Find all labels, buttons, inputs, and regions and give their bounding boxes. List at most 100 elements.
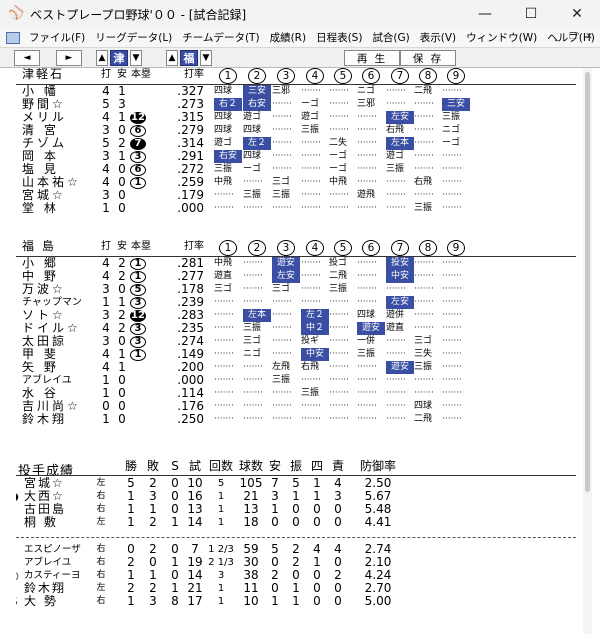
inning-result: 三振 bbox=[357, 349, 376, 359]
player-name[interactable]: 小 郷 bbox=[22, 257, 96, 270]
saves: 1 bbox=[171, 515, 179, 529]
throwing-hand: 右 bbox=[96, 596, 106, 606]
player-name[interactable]: 鈴木翔 bbox=[22, 413, 96, 426]
inning-dots: ······· bbox=[214, 203, 235, 213]
player-name[interactable]: 太田諒 bbox=[22, 335, 96, 348]
next-game-button[interactable]: ► bbox=[56, 50, 82, 66]
menu-file[interactable]: ファイル(F) bbox=[24, 30, 90, 45]
player-name[interactable]: 岡 本 bbox=[22, 150, 96, 163]
team1-button[interactable]: 津 bbox=[110, 50, 128, 66]
earned-runs: 0 bbox=[334, 515, 342, 529]
inning-dots: ······· bbox=[357, 258, 378, 268]
pitching-header: 回数 bbox=[208, 459, 233, 473]
menu-game[interactable]: 試合(G) bbox=[367, 30, 414, 45]
wins: 1 bbox=[127, 515, 135, 529]
player-name[interactable]: 堂 林 bbox=[22, 202, 96, 215]
team1-up-button[interactable]: ▲ bbox=[96, 50, 108, 66]
team2-down-button[interactable]: ▼ bbox=[200, 50, 212, 66]
player-name[interactable]: ドイル☆ bbox=[22, 322, 96, 335]
close-icon[interactable]: ✕ bbox=[554, 0, 600, 28]
home-run-badge: 6 bbox=[130, 164, 146, 176]
inning-dots: ······· bbox=[214, 190, 235, 200]
inning-result: 遊安 bbox=[357, 322, 385, 335]
home-run-badge: 5 bbox=[130, 284, 146, 296]
player-name[interactable]: チゾム bbox=[22, 137, 96, 150]
player-name[interactable]: 吉川尚☆ bbox=[22, 400, 96, 413]
inning-dots: ······· bbox=[414, 151, 435, 161]
player-name[interactable]: チャップマン bbox=[22, 296, 96, 309]
child-minimize-icon[interactable]: _ bbox=[550, 30, 564, 44]
pitcher-name[interactable]: 宮城☆ bbox=[24, 477, 96, 490]
walks: 0 bbox=[313, 515, 321, 529]
player-name[interactable]: 矢 野 bbox=[22, 361, 96, 374]
player-name[interactable]: 清 宮 bbox=[22, 124, 96, 137]
inning-dots: ······· bbox=[301, 203, 322, 213]
inning-dots: ······· bbox=[442, 323, 463, 333]
team2-button[interactable]: 福 bbox=[180, 50, 198, 66]
player-name[interactable]: 小 幡 bbox=[22, 85, 96, 98]
pitcher-name[interactable]: 大 勢 bbox=[24, 595, 96, 608]
pitching-header: 責 bbox=[331, 459, 344, 473]
replay-button[interactable]: 再 生 bbox=[344, 50, 400, 66]
document-icon[interactable] bbox=[6, 31, 20, 44]
player-name[interactable]: 塩 見 bbox=[22, 163, 96, 176]
inning-dots: ······· bbox=[442, 388, 463, 398]
menu-team-data[interactable]: チームデータ(T) bbox=[177, 30, 264, 45]
save-button[interactable]: 保 存 bbox=[400, 50, 456, 66]
pitching-header: 球数 bbox=[238, 459, 263, 473]
inning-dots: ······· bbox=[414, 258, 435, 268]
inning-dots: ······· bbox=[243, 388, 264, 398]
at-bats: 1 bbox=[102, 412, 110, 426]
inning-dots: ······· bbox=[414, 125, 435, 135]
minimize-icon[interactable]: — bbox=[462, 0, 508, 28]
games: 14 bbox=[187, 515, 203, 529]
player-name[interactable]: メリル bbox=[22, 111, 96, 124]
inning-result: 二飛 bbox=[414, 86, 433, 96]
inning-dots: ······· bbox=[414, 297, 435, 307]
team1-down-button[interactable]: ▼ bbox=[130, 50, 142, 66]
inning-number: 9 bbox=[447, 240, 465, 256]
inning-dots: ······· bbox=[329, 203, 350, 213]
menu-view[interactable]: 表示(V) bbox=[415, 30, 461, 45]
inning-result: 中安 bbox=[386, 270, 414, 283]
player-name[interactable]: 万波☆ bbox=[22, 283, 96, 296]
player-name[interactable]: 野間☆ bbox=[22, 98, 96, 111]
player-name[interactable]: 中 野 bbox=[22, 270, 96, 283]
vertical-scrollbar[interactable] bbox=[583, 68, 592, 634]
inning-result: 遊飛 bbox=[357, 190, 376, 200]
player-name[interactable]: 甲 斐 bbox=[22, 348, 96, 361]
player-name[interactable]: 水 谷 bbox=[22, 387, 96, 400]
pitcher-name[interactable]: 鈴木翔 bbox=[24, 582, 96, 595]
player-name[interactable]: 宮城☆ bbox=[22, 189, 96, 202]
pitcher-name[interactable]: エスピノーザ bbox=[24, 543, 96, 556]
scrollbar-thumb[interactable] bbox=[585, 72, 590, 492]
pitcher-name[interactable]: 古田島 bbox=[24, 503, 96, 516]
header-at-bats: 打 bbox=[101, 69, 111, 80]
inning-dots: ······· bbox=[272, 388, 293, 398]
menu-schedule[interactable]: 日程表(S) bbox=[311, 30, 367, 45]
inning-dots: ······· bbox=[442, 310, 463, 320]
maximize-icon[interactable]: ☐ bbox=[508, 0, 554, 28]
pitcher-name[interactable]: 桐 敷 bbox=[24, 516, 96, 529]
pitcher-name[interactable]: カスティーヨ bbox=[24, 569, 96, 582]
inning-result: 右飛 bbox=[414, 177, 433, 187]
player-name[interactable]: アブレイユ bbox=[22, 374, 96, 387]
prev-game-button[interactable]: ◄ bbox=[14, 50, 40, 66]
title-bar: ⚾ ベストプレープロ野球'００ - [試合記録] — ☐ ✕ bbox=[0, 0, 600, 28]
child-restore-icon[interactable]: ❐ bbox=[566, 30, 580, 44]
inning-dots: ······· bbox=[442, 297, 463, 307]
menu-window[interactable]: ウィンドウ(W) bbox=[461, 30, 542, 45]
inning-dots: ······· bbox=[272, 203, 293, 213]
menu-records[interactable]: 成績(R) bbox=[265, 30, 312, 45]
menu-league-data[interactable]: リーグデータ(L) bbox=[90, 30, 177, 45]
team2-up-button[interactable]: ▲ bbox=[166, 50, 178, 66]
pitcher-name[interactable]: 大西☆ bbox=[24, 490, 96, 503]
player-name[interactable]: ソト☆ bbox=[22, 309, 96, 322]
child-close-icon[interactable]: ✕ bbox=[582, 30, 596, 44]
inning-result: 投ギ bbox=[301, 336, 320, 346]
pitcher-name[interactable]: アブレイユ bbox=[24, 556, 96, 569]
batting-row: 万波☆ 3 0 5.178 三ゴ ······· 三ゴ ······· 三振 ······· ···… bbox=[16, 283, 576, 296]
inning-result: 三ゴ bbox=[272, 284, 291, 294]
player-name[interactable]: 山本祐☆ bbox=[22, 176, 96, 189]
inning-dots: ······· bbox=[357, 284, 378, 294]
